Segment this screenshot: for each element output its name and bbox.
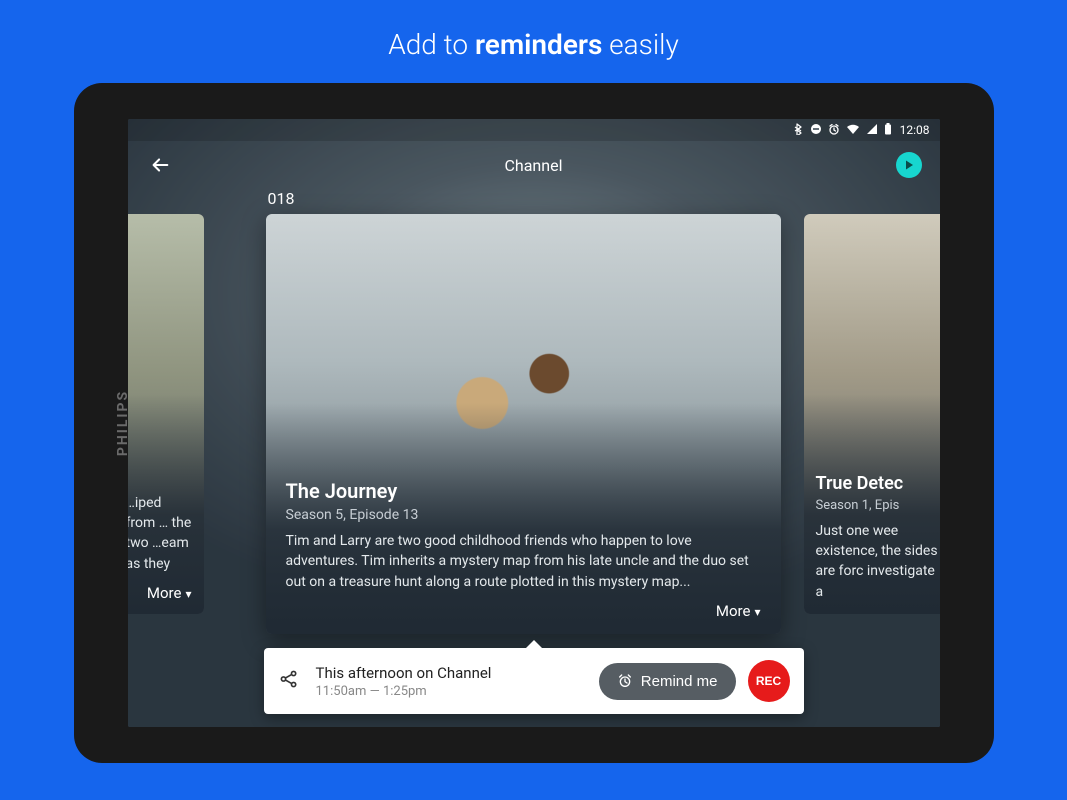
battery-icon <box>884 123 892 138</box>
more-button[interactable]: More▾ <box>286 602 761 620</box>
schedule-title: This afternoon on Channel <box>316 664 599 682</box>
program-title: The Journey <box>286 479 761 503</box>
app-top-bar: Channel <box>128 141 940 189</box>
program-subtitle: Season 5, Episode 13 <box>286 507 761 523</box>
program-carousel[interactable]: …iped from … the two …eam as they More▾ … <box>128 214 940 634</box>
alarm-icon <box>617 673 633 689</box>
device-screen: 12:08 Channel 018 …iped from … the two …… <box>128 119 940 727</box>
signal-icon <box>866 123 878 138</box>
program-description: Tim and Larry are two good childhood fri… <box>286 531 761 592</box>
schedule-info: This afternoon on Channel 11:50am — 1:25… <box>316 664 599 699</box>
program-title: True Detec <box>816 473 940 494</box>
channel-number: 018 <box>128 189 940 214</box>
bluetooth-icon <box>794 123 804 138</box>
more-button[interactable]: More▾ <box>128 584 192 602</box>
remind-me-button[interactable]: Remind me <box>599 663 736 700</box>
share-icon <box>278 668 300 690</box>
alarm-icon <box>828 123 840 138</box>
arrow-left-icon <box>149 154 171 176</box>
share-button[interactable] <box>278 668 306 694</box>
chevron-down-icon: ▾ <box>185 587 191 601</box>
record-label: REC <box>756 674 781 688</box>
program-card-next[interactable]: True Detec Season 1, Epis Just one wee e… <box>804 214 940 614</box>
program-subtitle: Season 1, Epis <box>816 498 940 513</box>
program-card-prev[interactable]: …iped from … the two …eam as they More▾ <box>128 214 204 614</box>
android-status-bar: 12:08 <box>128 119 940 141</box>
play-button[interactable] <box>896 152 922 178</box>
record-button[interactable]: REC <box>748 660 790 702</box>
back-button[interactable] <box>146 151 174 179</box>
page-title: Channel <box>128 156 940 175</box>
program-description: Just one wee existence, the sides are fo… <box>816 521 940 602</box>
tablet-frame: PHILIPS 12:08 <box>74 83 994 763</box>
promo-banner: Add to reminders easily <box>0 0 1067 83</box>
remind-label: Remind me <box>641 673 718 690</box>
program-action-bar: This afternoon on Channel 11:50am — 1:25… <box>264 648 804 714</box>
program-description: …iped from … the two …eam as they <box>128 493 192 574</box>
status-time: 12:08 <box>900 123 930 137</box>
banner-pre: Add to <box>388 28 475 61</box>
play-icon <box>903 159 915 171</box>
wifi-icon <box>846 123 860 138</box>
schedule-time: 11:50am — 1:25pm <box>316 684 599 699</box>
banner-post: easily <box>602 28 678 61</box>
chevron-down-icon: ▾ <box>754 605 760 619</box>
banner-bold: reminders <box>475 28 602 61</box>
dnd-icon <box>810 123 822 138</box>
program-card-current[interactable]: The Journey Season 5, Episode 13 Tim and… <box>266 214 781 634</box>
